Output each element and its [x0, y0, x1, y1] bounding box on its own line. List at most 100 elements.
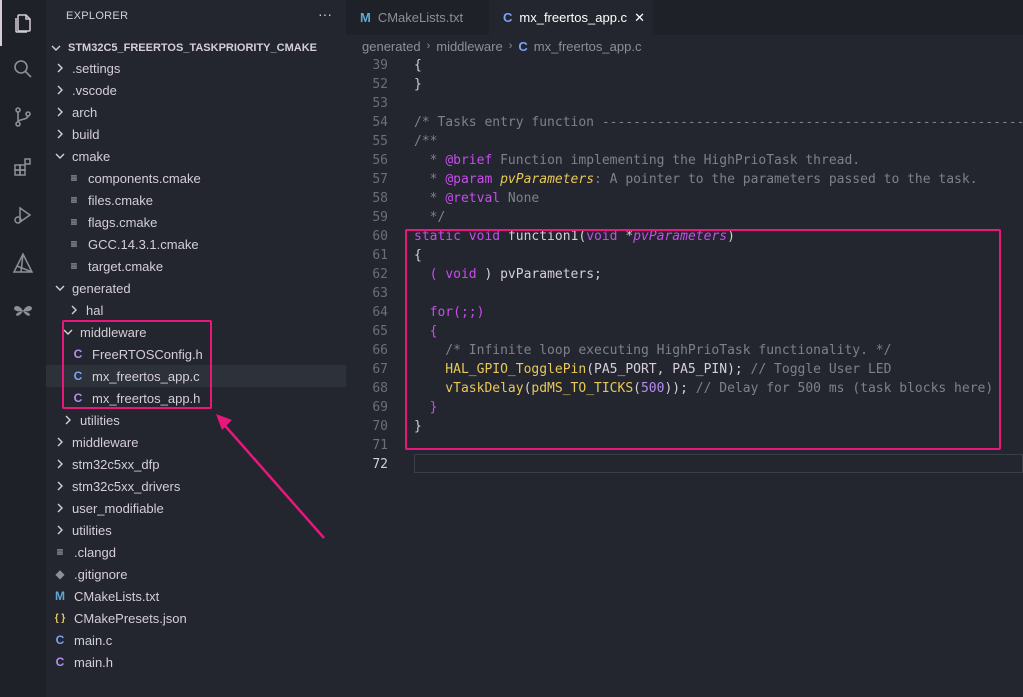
git-file-icon: ◆	[55, 567, 65, 581]
chevron-right-icon	[54, 128, 66, 140]
line-number: 53	[372, 96, 388, 111]
line-number: 61	[372, 248, 388, 263]
c-file-icon: C	[55, 633, 65, 647]
tree-item-label: GCC.14.3.1.cmake	[88, 236, 199, 252]
tab-cmakelists[interactable]: M CMakeLists.txt	[346, 0, 489, 35]
tree-item-label: generated	[72, 280, 131, 296]
code-line-54: /* Tasks entry function ----------------…	[414, 115, 1023, 130]
line-number: 66	[372, 343, 388, 358]
line-number: 63	[372, 286, 388, 301]
tree-item-label: build	[72, 126, 100, 142]
cmake-icon[interactable]	[0, 240, 46, 286]
tree-item-label: CMakeLists.txt	[74, 588, 160, 604]
tree-item[interactable]: ≡ target.cmake	[46, 255, 346, 277]
tree-item[interactable]: ≡ GCC.14.3.1.cmake	[46, 233, 346, 255]
code-line-57: * @param pvParameters: A pointer to the …	[414, 172, 978, 187]
close-icon[interactable]: ✕	[634, 10, 645, 26]
tree-item-label: hal	[86, 302, 104, 318]
chevron-right-icon	[62, 414, 74, 426]
tree-item[interactable]: M CMakeLists.txt	[46, 585, 346, 607]
extensions-icon[interactable]	[0, 144, 46, 190]
tree-item[interactable]: ◆ .gitignore	[46, 563, 346, 585]
tree-item-label: main.c	[74, 632, 113, 648]
chevron-right-icon	[54, 84, 66, 96]
tree-item-label: utilities	[72, 522, 112, 538]
line-number: 39	[372, 58, 388, 73]
line-number: 54	[372, 115, 388, 130]
tree-item[interactable]: hal	[46, 299, 346, 321]
tree-item-label: cmake	[72, 148, 111, 164]
breadcrumb-item-middleware[interactable]: middleware	[436, 39, 502, 54]
tree-item[interactable]: build	[46, 123, 346, 145]
stm32-icon[interactable]	[0, 288, 46, 334]
line-number: 68	[372, 381, 388, 396]
tree-item[interactable]: arch	[46, 101, 346, 123]
source-control-icon[interactable]	[0, 94, 46, 140]
tab-mx-freertos-app-c[interactable]: C mx_freertos_app.c ✕	[489, 0, 653, 35]
tree-item[interactable]: Cmain.h	[46, 651, 346, 673]
tree-item-label: .vscode	[72, 82, 117, 98]
chevron-right-icon	[54, 458, 66, 470]
annotation-arrow-icon	[216, 414, 325, 539]
line-number: 70	[372, 419, 388, 434]
line-number: 56	[372, 153, 388, 168]
chevron-down-icon	[54, 150, 66, 162]
tree-item[interactable]: cmake	[46, 145, 346, 167]
line-number: 65	[372, 324, 388, 339]
cmake-file-icon: M	[55, 589, 65, 603]
text-file-icon: ≡	[70, 193, 78, 207]
chevron-right-icon	[54, 502, 66, 514]
code-line-56: * @brief Function implementing the HighP…	[414, 153, 861, 168]
line-number: 67	[372, 362, 388, 377]
tree-item[interactable]: Cmain.c	[46, 629, 346, 651]
tree-item-label: .gitignore	[74, 566, 128, 582]
line-number: 62	[372, 267, 388, 282]
tree-item[interactable]: ≡ flags.cmake	[46, 211, 346, 233]
c-file-icon: C	[503, 10, 513, 25]
chevron-right-icon: ›	[426, 40, 431, 52]
run-debug-icon[interactable]	[0, 192, 46, 238]
tree-item-label: target.cmake	[88, 258, 164, 274]
tree-item-label: stm32c5xx_dfp	[72, 456, 160, 472]
tree-item[interactable]: .vscode	[46, 79, 346, 101]
current-line-highlight	[414, 454, 1023, 473]
activity-bar	[0, 0, 46, 697]
tree-item-label: CMakePresets.json	[74, 610, 187, 626]
line-number: 59	[372, 210, 388, 225]
code-line-58: * @retval None	[414, 191, 540, 206]
tree-item-label: main.h	[74, 654, 114, 670]
tree-item[interactable]: .settings	[46, 57, 346, 79]
tree-item-label: utilities	[80, 412, 120, 428]
breadcrumb: generated › middleware › C mx_freertos_a…	[362, 38, 641, 54]
json-file-icon: { }	[54, 612, 66, 624]
code-line-39: {	[414, 58, 422, 73]
more-actions-icon[interactable]: ···	[318, 6, 332, 22]
code-line-52: }	[414, 77, 422, 92]
tree-item[interactable]: ≡ components.cmake	[46, 167, 346, 189]
tree-item[interactable]: { } CMakePresets.json	[46, 607, 346, 629]
text-file-icon: ≡	[70, 237, 78, 251]
tree-item[interactable]: generated	[46, 277, 346, 299]
chevron-right-icon	[54, 480, 66, 492]
text-file-icon: ≡	[70, 259, 78, 273]
workspace-root[interactable]: STM32C5_FREERTOS_TASKPRIORITY_CMAKE	[50, 37, 317, 59]
tree-item-label: stm32c5xx_drivers	[72, 478, 181, 494]
highlight-box-function1	[405, 229, 1001, 450]
line-number: 71	[372, 438, 388, 453]
line-number: 55	[372, 134, 388, 149]
files-icon[interactable]	[0, 0, 46, 46]
line-number: 60	[372, 229, 388, 244]
tree-item-label: middleware	[72, 434, 139, 450]
breadcrumb-item-generated[interactable]: generated	[362, 39, 421, 54]
c-file-icon: C	[518, 38, 528, 54]
breadcrumb-item-file[interactable]: mx_freertos_app.c	[534, 39, 642, 54]
chevron-right-icon	[54, 62, 66, 74]
tree-item-label: .clangd	[74, 544, 116, 560]
tree-item[interactable]: ≡ files.cmake	[46, 189, 346, 211]
chevron-right-icon: ›	[508, 40, 513, 52]
chevron-right-icon	[54, 436, 66, 448]
chevron-right-icon	[68, 304, 80, 316]
search-icon[interactable]	[0, 46, 46, 92]
chevron-down-icon	[54, 282, 66, 294]
tab-bar: M CMakeLists.txt C mx_freertos_app.c ✕	[346, 0, 1023, 35]
